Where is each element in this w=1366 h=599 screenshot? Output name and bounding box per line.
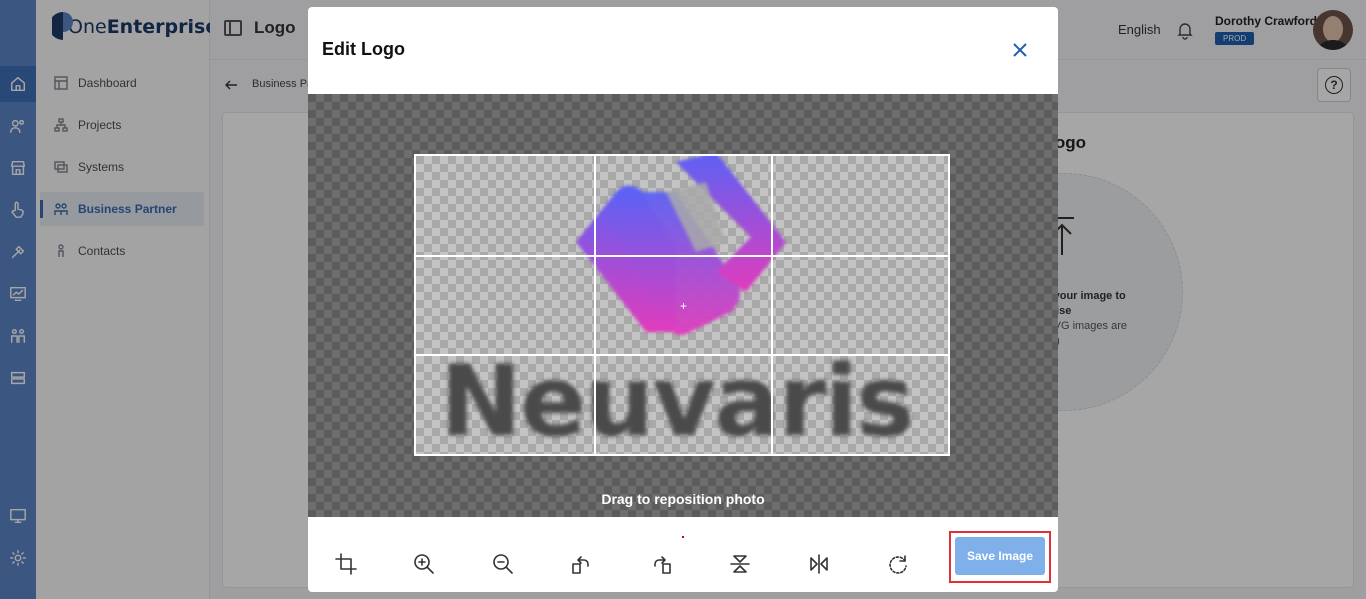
flip-horizontal-icon xyxy=(810,554,828,574)
crop-area[interactable]: Neuvaris + xyxy=(414,154,950,456)
zoom-in-button[interactable] xyxy=(410,550,438,578)
dialog-title: Edit Logo xyxy=(322,39,405,59)
save-image-button[interactable]: Save Image xyxy=(955,537,1045,575)
zoom-out-button[interactable] xyxy=(489,550,517,578)
rotate-right-icon xyxy=(654,556,671,574)
rotate-left-icon xyxy=(572,556,589,574)
crop-grid-line xyxy=(594,156,596,454)
uploaded-logo-wordmark: Neuvaris xyxy=(440,345,915,456)
zoom-out-icon xyxy=(493,554,513,574)
close-icon[interactable] xyxy=(1011,41,1029,59)
crop-icon xyxy=(335,553,357,575)
flip-vertical-icon xyxy=(730,555,750,573)
image-editor-canvas[interactable]: Neuvaris + Drag to reposition photo xyxy=(308,94,1058,517)
crop-grid-line xyxy=(416,354,948,356)
zoom-in-icon xyxy=(414,554,434,574)
rotate-right-button[interactable] xyxy=(647,550,675,578)
reset-button[interactable] xyxy=(884,550,912,578)
crop-button[interactable] xyxy=(332,550,360,578)
crop-grid-line xyxy=(771,156,773,454)
center-crosshair-icon: + xyxy=(680,299,688,313)
edit-logo-dialog: Edit Logo Neuvaris + Drag to reposition … xyxy=(308,7,1058,592)
reset-icon xyxy=(889,555,907,574)
flip-vertical-button[interactable] xyxy=(726,550,754,578)
marker-dot xyxy=(682,536,684,538)
uploaded-logo-mark xyxy=(576,156,786,336)
crop-grid-line xyxy=(416,255,948,257)
flip-horizontal-button[interactable] xyxy=(805,550,833,578)
editor-toolbar: Save Image xyxy=(308,517,1058,592)
drag-hint: Drag to reposition photo xyxy=(601,491,765,507)
rotate-left-button[interactable] xyxy=(568,550,596,578)
